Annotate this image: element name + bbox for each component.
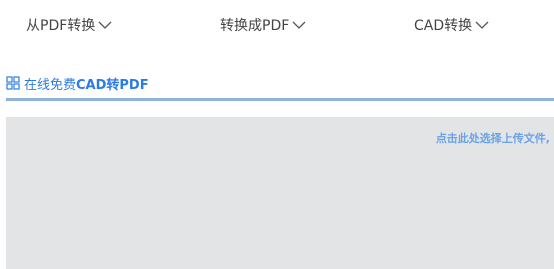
page-title: 在线免费CAD转PDF [24, 74, 149, 93]
section-underline [6, 98, 554, 101]
upload-dropzone[interactable]: 点击此处选择上传文件, [6, 117, 554, 269]
upload-hint-link[interactable]: 点击此处选择上传文件, [436, 130, 550, 146]
nav-to-pdf-menu[interactable]: 转换成PDF [220, 14, 306, 36]
chevron-down-icon [292, 21, 306, 29]
chevron-down-icon [475, 21, 489, 29]
top-nav: 从PDF转换 转换成PDF CAD转换 [0, 0, 554, 48]
section-header: 在线免费CAD转PDF [6, 70, 554, 96]
nav-from-pdf-label: 从PDF转换 [26, 18, 96, 34]
nav-cad-convert-label: CAD转换 [414, 18, 473, 34]
page-title-prefix: 在线免费 [24, 77, 77, 93]
page-title-bold: CAD转PDF [76, 77, 149, 93]
nav-cad-convert-menu[interactable]: CAD转换 [414, 14, 489, 36]
grid-icon [6, 76, 20, 90]
nav-to-pdf-label: 转换成PDF [220, 18, 290, 34]
nav-from-pdf-menu[interactable]: 从PDF转换 [26, 14, 112, 36]
chevron-down-icon [98, 21, 112, 29]
